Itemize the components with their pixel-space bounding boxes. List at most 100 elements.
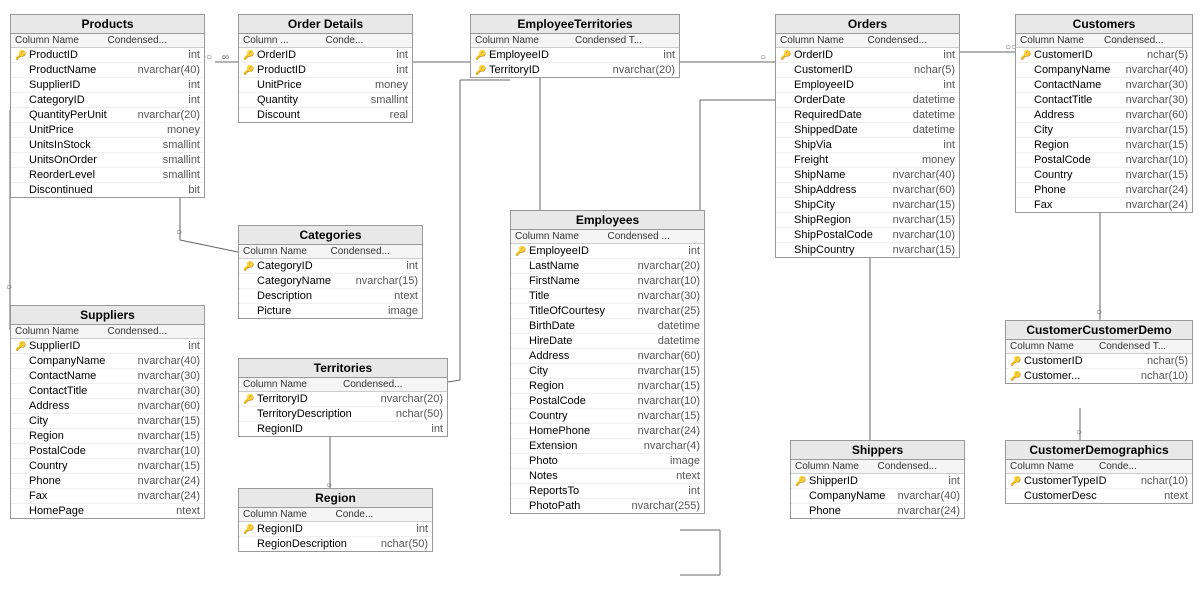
svg-text:○: ○ xyxy=(6,282,12,293)
table-row: ReorderLevelsmallint xyxy=(11,168,204,183)
table-customer-customer-demo[interactable]: CustomerCustomerDemo Column NameCondense… xyxy=(1005,320,1193,384)
table-row: Citynvarchar(15) xyxy=(511,364,704,379)
table-row: ShipViaint xyxy=(776,138,959,153)
table-row: TerritoryDescriptionnchar(50) xyxy=(239,407,447,422)
table-categories-header: Categories xyxy=(239,226,422,245)
svg-text:○: ○ xyxy=(1076,427,1082,438)
table-row: Photoimage xyxy=(511,454,704,469)
table-shippers-header: Shippers xyxy=(791,441,964,460)
table-row: ShipCountrynvarchar(15) xyxy=(776,243,959,257)
table-row: 🔑RegionIDint xyxy=(239,522,432,537)
table-row: Addressnvarchar(60) xyxy=(11,399,204,414)
table-order-details[interactable]: Order Details Column ...Conde... 🔑OrderI… xyxy=(238,14,413,123)
table-row: Phonenvarchar(24) xyxy=(791,504,964,518)
table-row: Descriptionntext xyxy=(239,289,422,304)
table-suppliers-header: Suppliers xyxy=(11,306,204,325)
table-row: UnitsOnOrdersmallint xyxy=(11,153,204,168)
table-categories[interactable]: Categories Column NameCondensed... 🔑Cate… xyxy=(238,225,423,319)
table-row: ContactTitlenvarchar(30) xyxy=(11,384,204,399)
table-row: ShipAddressnvarchar(60) xyxy=(776,183,959,198)
table-orders[interactable]: Orders Column NameCondensed... 🔑OrderIDi… xyxy=(775,14,960,258)
table-row: UnitsInStocksmallint xyxy=(11,138,204,153)
table-row: 🔑CategoryIDint xyxy=(239,259,422,274)
diagram-canvas: ∞ ○○ ○ ○ ∞ ○ ○ ○ ∞ ○○ ○ xyxy=(0,0,1200,602)
table-orders-header: Orders xyxy=(776,15,959,34)
table-row: ContactNamenvarchar(30) xyxy=(1016,78,1192,93)
table-row: CategoryNamenvarchar(15) xyxy=(239,274,422,289)
table-row: ContactTitlenvarchar(30) xyxy=(1016,93,1192,108)
table-row: Regionnvarchar(15) xyxy=(11,429,204,444)
table-row: UnitPricemoney xyxy=(11,123,204,138)
table-customer-customer-demo-header: CustomerCustomerDemo xyxy=(1006,321,1192,340)
svg-text:○: ○ xyxy=(176,227,182,238)
table-row: PhotoPathnvarchar(255) xyxy=(511,499,704,513)
table-row: Citynvarchar(15) xyxy=(11,414,204,429)
table-row: LastNamenvarchar(20) xyxy=(511,259,704,274)
table-products-subheader: Column NameCondensed... xyxy=(11,34,204,48)
table-row: Pictureimage xyxy=(239,304,422,318)
table-products[interactable]: Products Column NameCondensed... 🔑Produc… xyxy=(10,14,205,198)
table-row: ShipRegionnvarchar(15) xyxy=(776,213,959,228)
table-row: UnitPricemoney xyxy=(239,78,412,93)
table-suppliers[interactable]: Suppliers Column NameCondensed... 🔑Suppl… xyxy=(10,305,205,519)
table-territories-header: Territories xyxy=(239,359,447,378)
table-shippers[interactable]: Shippers Column NameCondensed... 🔑Shippe… xyxy=(790,440,965,519)
table-row: Addressnvarchar(60) xyxy=(1016,108,1192,123)
table-customer-demographics[interactable]: CustomerDemographics Column NameConde...… xyxy=(1005,440,1193,504)
table-row: Addressnvarchar(60) xyxy=(511,349,704,364)
table-categories-subheader: Column NameCondensed... xyxy=(239,245,422,259)
table-shippers-subheader: Column NameCondensed... xyxy=(791,460,964,474)
table-row: Faxnvarchar(24) xyxy=(11,489,204,504)
table-row: Regionnvarchar(15) xyxy=(1016,138,1192,153)
table-territories[interactable]: Territories Column NameCondensed... 🔑Ter… xyxy=(238,358,448,437)
table-row: Phonenvarchar(24) xyxy=(1016,183,1192,198)
table-row: Phonenvarchar(24) xyxy=(11,474,204,489)
table-row: 🔑ProductIDint xyxy=(239,63,412,78)
table-row: 🔑TerritoryIDnvarchar(20) xyxy=(239,392,447,407)
table-customers-header: Customers xyxy=(1016,15,1192,34)
table-employee-territories-subheader: Column NameCondensed T... xyxy=(471,34,679,48)
table-employees-subheader: Column NameCondensed ... xyxy=(511,230,704,244)
table-row: Discountreal xyxy=(239,108,412,122)
table-row: 🔑CustomerTypeIDnchar(10) xyxy=(1006,474,1192,489)
table-row: Quantitysmallint xyxy=(239,93,412,108)
table-region[interactable]: Region Column NameConde... 🔑RegionIDint … xyxy=(238,488,433,552)
table-customer-demographics-header: CustomerDemographics xyxy=(1006,441,1192,460)
table-row: FirstNamenvarchar(10) xyxy=(511,274,704,289)
table-row: CompanyNamenvarchar(40) xyxy=(791,489,964,504)
table-row: 🔑Customer...nchar(10) xyxy=(1006,369,1192,383)
table-employees[interactable]: Employees Column NameCondensed ... 🔑Empl… xyxy=(510,210,705,514)
svg-text:○: ○ xyxy=(1096,307,1102,318)
table-row: HomePhonenvarchar(24) xyxy=(511,424,704,439)
table-territories-subheader: Column NameCondensed... xyxy=(239,378,447,392)
table-row: 🔑EmployeeIDint xyxy=(511,244,704,259)
svg-text:○: ○ xyxy=(760,52,766,63)
table-row: Regionnvarchar(15) xyxy=(511,379,704,394)
table-row: Countrynvarchar(15) xyxy=(1016,168,1192,183)
table-row: 🔑ProductIDint xyxy=(11,48,204,63)
table-row: 🔑CustomerIDnchar(5) xyxy=(1016,48,1192,63)
table-employee-territories-header: EmployeeTerritories xyxy=(471,15,679,34)
table-order-details-subheader: Column ...Conde... xyxy=(239,34,412,48)
table-row: RegionIDint xyxy=(239,422,447,436)
table-row: 🔑EmployeeIDint xyxy=(471,48,679,63)
table-row: 🔑OrderIDint xyxy=(239,48,412,63)
table-row: Freightmoney xyxy=(776,153,959,168)
table-row: EmployeeIDint xyxy=(776,78,959,93)
table-row: CompanyNamenvarchar(40) xyxy=(11,354,204,369)
table-row: Countrynvarchar(15) xyxy=(11,459,204,474)
table-suppliers-subheader: Column NameCondensed... xyxy=(11,325,204,339)
table-employee-territories[interactable]: EmployeeTerritories Column NameCondensed… xyxy=(470,14,680,78)
table-row: QuantityPerUnitnvarchar(20) xyxy=(11,108,204,123)
table-row: ShipCitynvarchar(15) xyxy=(776,198,959,213)
table-row: SupplierIDint xyxy=(11,78,204,93)
table-row: RegionDescriptionnchar(50) xyxy=(239,537,432,551)
table-customers[interactable]: Customers Column NameCondensed... 🔑Custo… xyxy=(1015,14,1193,213)
table-row: 🔑TerritoryIDnvarchar(20) xyxy=(471,63,679,77)
table-customer-demographics-subheader: Column NameConde... xyxy=(1006,460,1192,474)
table-row: CompanyNamenvarchar(40) xyxy=(1016,63,1192,78)
table-order-details-header: Order Details xyxy=(239,15,412,34)
table-row: 🔑ShipperIDint xyxy=(791,474,964,489)
svg-text:∞: ∞ xyxy=(222,52,229,63)
table-products-header: Products xyxy=(11,15,204,34)
